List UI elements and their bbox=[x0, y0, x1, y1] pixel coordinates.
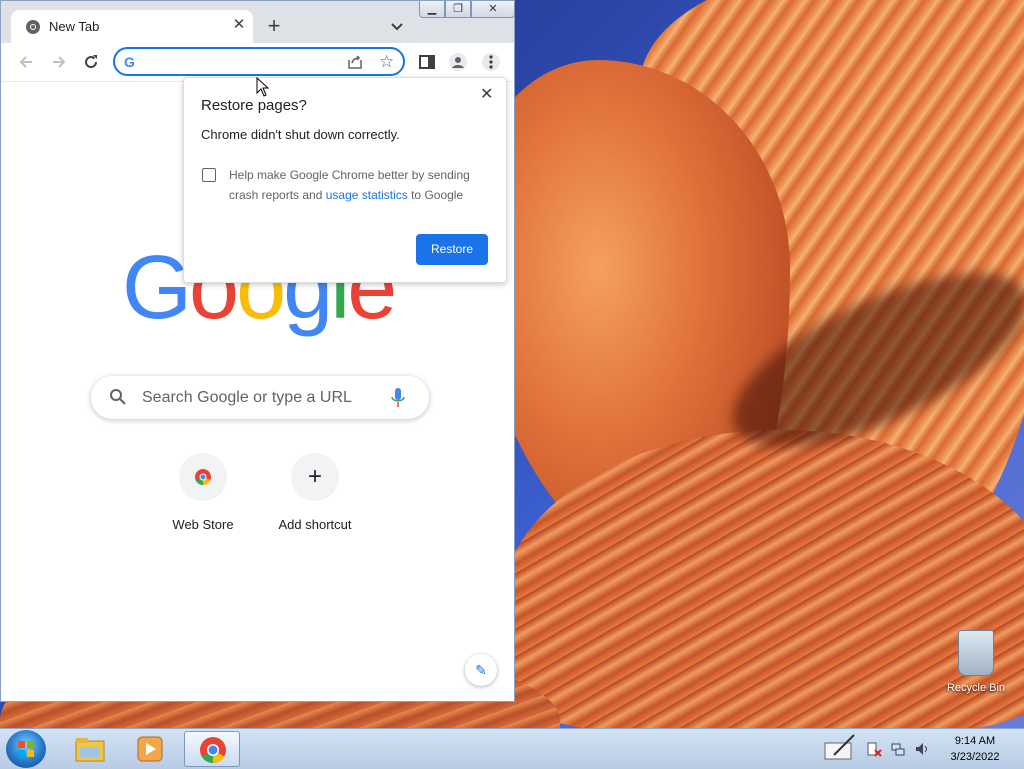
chrome-webstore-icon bbox=[195, 469, 211, 486]
taskbar-explorer[interactable] bbox=[62, 731, 118, 767]
back-arrow-icon[interactable] bbox=[16, 52, 36, 72]
chrome-icon bbox=[200, 737, 226, 764]
shortcut-web-store[interactable]: Web Store bbox=[148, 453, 258, 532]
search-icon bbox=[110, 389, 126, 405]
tab-search-chevron-icon[interactable] bbox=[387, 16, 407, 36]
taskbar: 9:14 AM 3/23/2022 bbox=[0, 728, 1024, 769]
usage-statistics-link[interactable]: usage statistics bbox=[326, 188, 408, 202]
chrome-favicon-icon bbox=[26, 20, 40, 34]
microphone-icon[interactable] bbox=[391, 387, 405, 409]
tab-strip: New Tab ✕ + ▁ ❐ ✕ bbox=[1, 1, 515, 43]
restore-icon: ❐ bbox=[453, 3, 463, 15]
tab-close-icon[interactable]: ✕ bbox=[229, 15, 249, 35]
maximize-button[interactable]: ❐ bbox=[445, 1, 471, 18]
recycle-bin-desktop-icon[interactable]: Recycle Bin bbox=[940, 630, 1012, 694]
recycle-bin-icon bbox=[958, 630, 994, 676]
plus-icon: + bbox=[307, 463, 322, 490]
minimize-icon: ▁ bbox=[427, 3, 437, 15]
share-icon[interactable] bbox=[347, 54, 363, 70]
mouse-cursor-icon bbox=[256, 77, 270, 97]
pencil-icon: ✎ bbox=[475, 662, 487, 678]
volume-icon[interactable] bbox=[914, 741, 930, 757]
crash-report-label: Help make Google Chrome better by sendin… bbox=[229, 165, 489, 205]
reload-icon[interactable] bbox=[81, 52, 101, 72]
kebab-menu-icon[interactable] bbox=[481, 52, 501, 72]
network-icon[interactable] bbox=[890, 741, 906, 757]
start-button[interactable] bbox=[6, 730, 46, 768]
dialog-message: Chrome didn't shut down correctly. bbox=[201, 127, 400, 142]
side-panel-icon[interactable] bbox=[417, 52, 437, 72]
close-button[interactable]: ✕ bbox=[471, 1, 515, 18]
minimize-button[interactable]: ▁ bbox=[419, 1, 445, 18]
customize-pencil-button[interactable]: ✎ bbox=[465, 654, 497, 686]
google-g-icon: G bbox=[124, 54, 135, 70]
dialog-title: Restore pages? bbox=[201, 97, 307, 114]
add-shortcut-tile: + bbox=[291, 453, 339, 501]
shortcut-add[interactable]: + Add shortcut bbox=[260, 453, 370, 532]
restore-pages-dialog: Restore pages? ✕ Chrome didn't shut down… bbox=[183, 77, 507, 283]
dialog-close-icon[interactable]: ✕ bbox=[480, 84, 493, 104]
tab-new-tab[interactable]: New Tab ✕ bbox=[11, 10, 253, 43]
shortcut-label: Web Store bbox=[172, 517, 234, 532]
clock-date: 3/23/2022 bbox=[950, 751, 1000, 763]
omnibox[interactable]: G ☆ bbox=[113, 47, 405, 76]
action-center-icon[interactable] bbox=[866, 741, 882, 757]
clock-time: 9:14 AM bbox=[954, 735, 996, 747]
folder-icon bbox=[75, 738, 105, 762]
taskbar-media-player[interactable] bbox=[124, 731, 180, 767]
google-logo-letter: G bbox=[122, 238, 192, 338]
chrome-window: New Tab ✕ + ▁ ❐ ✕ G ☆ Google Search Goog… bbox=[0, 0, 515, 702]
windows-logo-icon bbox=[18, 741, 34, 757]
help-text-end: to Google bbox=[407, 188, 464, 202]
taskbar-chrome[interactable] bbox=[184, 731, 240, 767]
media-player-icon bbox=[137, 736, 163, 762]
shortcut-label: Add shortcut bbox=[278, 517, 352, 532]
bookmark-star-icon[interactable]: ☆ bbox=[379, 52, 394, 72]
search-placeholder: Search Google or type a URL bbox=[142, 389, 352, 406]
recycle-bin-label: Recycle Bin bbox=[946, 682, 1006, 694]
pen-input-icon[interactable] bbox=[824, 733, 856, 761]
tab-title: New Tab bbox=[49, 19, 100, 34]
taskbar-clock[interactable]: 9:14 AM 3/23/2022 bbox=[940, 733, 1010, 765]
ntp-search-box[interactable]: Search Google or type a URL bbox=[91, 376, 429, 419]
restore-button[interactable]: Restore bbox=[416, 234, 488, 265]
close-icon: ✕ bbox=[488, 3, 498, 15]
forward-arrow-icon[interactable] bbox=[49, 52, 69, 72]
web-store-tile bbox=[179, 453, 227, 501]
profile-avatar-icon[interactable] bbox=[448, 52, 468, 72]
crash-report-checkbox[interactable] bbox=[202, 168, 216, 182]
new-tab-button[interactable]: + bbox=[263, 15, 285, 37]
